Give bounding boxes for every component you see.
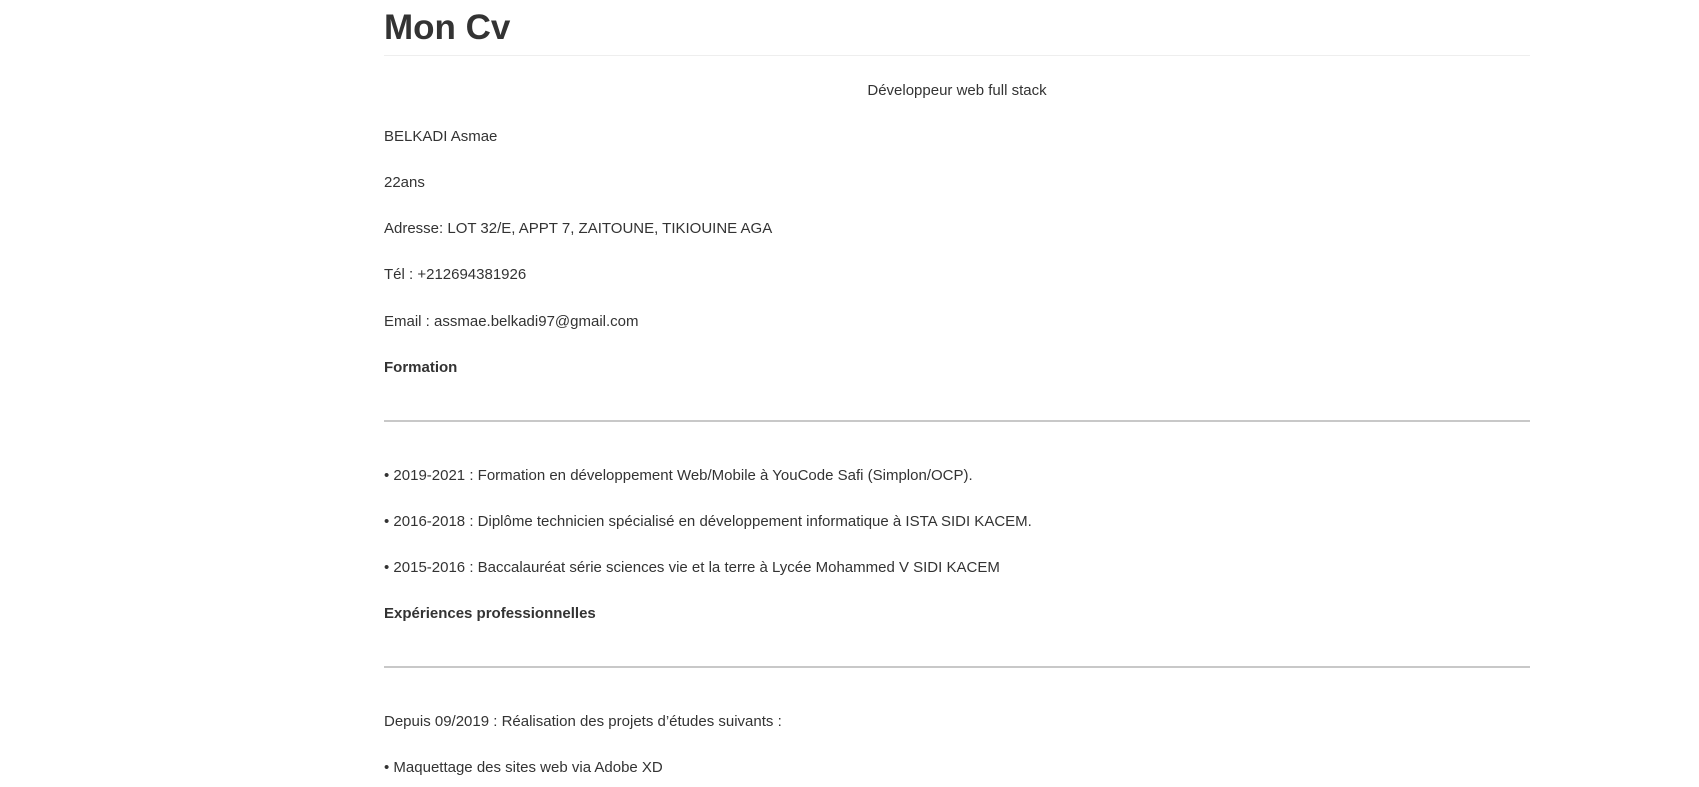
- age-text: 22ans: [384, 174, 425, 191]
- job-title: Développeur web full stack: [867, 82, 1047, 99]
- experience-divider: [384, 666, 1530, 668]
- formation-divider: [384, 420, 1530, 422]
- name-text: BELKADI Asmae: [384, 128, 498, 145]
- formation-item: • 2016-2018 : Diplôme technicien spécial…: [384, 513, 1032, 530]
- page-title: Mon Cv: [384, 8, 511, 47]
- cv-page: Mon Cv Développeur web full stack BELKAD…: [0, 0, 1699, 787]
- experience-item: • Maquettage des sites web via Adobe XD: [384, 759, 663, 776]
- experience-intro: Depuis 09/2019 : Réalisation des projets…: [384, 713, 782, 730]
- experience-heading: Expériences professionnelles: [384, 605, 596, 622]
- cv-container: Mon Cv Développeur web full stack BELKAD…: [384, 0, 1530, 776]
- address-text: Adresse: LOT 32/E, APPT 7, ZAITOUNE, TIK…: [384, 220, 773, 237]
- email-text: Email : assmae.belkadi97@gmail.com: [384, 313, 639, 330]
- formation-item: • 2019-2021 : Formation en développement…: [384, 467, 973, 484]
- phone-text: Tél : +212694381926: [384, 266, 527, 283]
- formation-item: • 2015-2016 : Baccalauréat série science…: [384, 559, 1000, 576]
- formation-heading: Formation: [384, 359, 458, 376]
- title-divider: [384, 55, 1530, 56]
